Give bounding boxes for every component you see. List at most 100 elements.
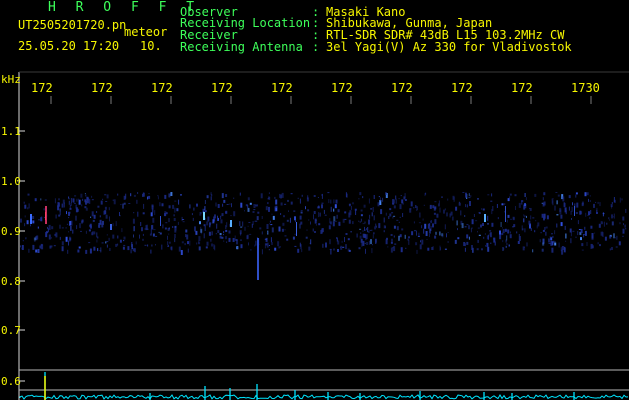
echo-pixel bbox=[336, 214, 338, 219]
echo-pixel bbox=[434, 219, 437, 225]
echo-pixel bbox=[416, 206, 418, 211]
echo-pixel bbox=[580, 229, 583, 233]
echo-pixel bbox=[141, 227, 143, 232]
meteor-echo bbox=[30, 214, 32, 224]
echo-pixel bbox=[136, 199, 138, 204]
echo-pixel bbox=[575, 194, 577, 198]
echo-pixel bbox=[446, 233, 447, 238]
echo-pixel bbox=[366, 228, 367, 231]
echo-pixel bbox=[91, 195, 93, 198]
echo-pixel bbox=[344, 237, 345, 242]
echo-pixel bbox=[372, 207, 374, 212]
echo-pixel bbox=[217, 215, 218, 221]
echo-pixel bbox=[611, 202, 613, 204]
echo-pixel bbox=[444, 224, 446, 230]
echo-pixel bbox=[408, 239, 410, 245]
echo-pixel bbox=[490, 200, 493, 202]
echo-pixel bbox=[602, 222, 604, 224]
echo-pixel bbox=[253, 207, 256, 208]
echo-pixel bbox=[98, 224, 100, 227]
echo-pixel bbox=[534, 193, 537, 197]
echo-pixel bbox=[478, 212, 481, 213]
echo-pixel bbox=[295, 220, 296, 223]
echo-pixel bbox=[89, 223, 92, 228]
echo-pixel bbox=[502, 240, 504, 243]
echo-pixel bbox=[329, 239, 331, 245]
echo-pixel bbox=[144, 244, 147, 246]
echo-pixel bbox=[379, 197, 381, 202]
echo-pixel bbox=[131, 244, 133, 250]
echo-pixel bbox=[172, 226, 174, 228]
echo-pixel bbox=[117, 193, 119, 196]
echo-pixel bbox=[307, 195, 309, 200]
echo-pixel bbox=[247, 197, 250, 201]
echo-pixel bbox=[173, 214, 175, 217]
echo-pixel bbox=[517, 241, 520, 244]
echo-pixel bbox=[337, 209, 340, 213]
echo-pixel bbox=[367, 231, 370, 233]
x-tick-label: 172 bbox=[151, 81, 173, 95]
echo-pixel bbox=[148, 195, 151, 199]
echo-pixel bbox=[378, 196, 380, 198]
echo-pixel bbox=[483, 236, 485, 239]
echo-pixel bbox=[96, 232, 98, 238]
echo-pixel bbox=[487, 246, 490, 252]
echo-pixel bbox=[589, 216, 591, 219]
echo-pixel bbox=[604, 236, 607, 241]
echo-pixel bbox=[391, 212, 394, 214]
echo-pixel bbox=[580, 237, 582, 241]
echo-pixel bbox=[424, 223, 427, 229]
echo-pixel bbox=[532, 217, 535, 219]
echo-pixel bbox=[507, 214, 510, 218]
echo-pixel bbox=[48, 224, 51, 230]
echo-pixel bbox=[581, 249, 584, 251]
echo-pixel bbox=[370, 239, 372, 245]
echo-pixel bbox=[278, 246, 280, 249]
echo-pixel bbox=[419, 212, 421, 218]
echo-pixel bbox=[280, 213, 282, 215]
echo-pixel bbox=[119, 239, 122, 243]
echo-pixel bbox=[219, 233, 222, 235]
echo-pixel bbox=[173, 218, 176, 221]
echo-pixel bbox=[281, 192, 284, 198]
echo-pixel bbox=[106, 241, 109, 243]
echo-pixel bbox=[342, 218, 345, 223]
echo-pixel bbox=[509, 231, 511, 234]
echo-pixel bbox=[212, 219, 215, 224]
echo-pixel bbox=[59, 224, 61, 229]
echo-pixel bbox=[513, 224, 516, 228]
echo-pixel bbox=[174, 207, 176, 213]
echo-pixel bbox=[358, 247, 361, 250]
echo-pixel bbox=[491, 209, 493, 215]
echo-pixel bbox=[597, 242, 599, 245]
echo-pixel bbox=[55, 232, 58, 238]
echo-pixel bbox=[20, 218, 22, 223]
echo-pixel bbox=[526, 242, 528, 247]
echo-pixel bbox=[292, 236, 295, 240]
echo-pixel bbox=[223, 234, 224, 236]
echo-pixel bbox=[261, 249, 263, 255]
echo-pixel bbox=[534, 230, 536, 233]
echo-pixel bbox=[279, 193, 281, 198]
echo-pixel bbox=[155, 244, 156, 246]
echo-pixel bbox=[123, 202, 126, 205]
echo-pixel bbox=[215, 233, 217, 235]
echo-pixel bbox=[251, 223, 253, 228]
echo-pixel bbox=[207, 216, 210, 222]
echo-pixel bbox=[568, 206, 570, 211]
echo-pixel bbox=[300, 221, 303, 225]
echo-pixel bbox=[623, 223, 624, 226]
x-tick-label: 172 bbox=[391, 81, 413, 95]
signal-trace bbox=[19, 372, 629, 400]
echo-pixel bbox=[621, 198, 623, 201]
echo-pixel bbox=[112, 223, 114, 227]
echo-pixel bbox=[123, 236, 126, 240]
echo-pixel bbox=[420, 240, 421, 243]
echo-pixel bbox=[515, 206, 516, 210]
echo-pixel bbox=[359, 221, 361, 223]
echo-pixel bbox=[484, 233, 486, 235]
echo-pixel bbox=[215, 202, 217, 207]
echo-pixel bbox=[321, 202, 324, 204]
echo-pixel bbox=[464, 247, 466, 252]
echo-pixel bbox=[85, 194, 87, 197]
